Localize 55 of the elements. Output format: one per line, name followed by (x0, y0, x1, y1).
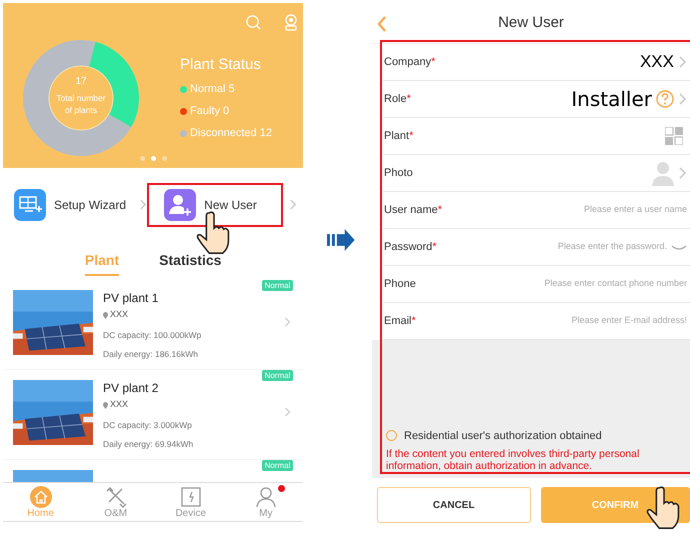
field-value: XXX (640, 52, 674, 72)
cancel-button[interactable]: CANCEL (377, 487, 530, 523)
plant-location: XXX (110, 398, 128, 412)
plant-capacity: DC capacity: 100.000kWp (103, 329, 202, 342)
plant-name: PV plant 2 (103, 380, 160, 396)
field-label: Role* (384, 92, 411, 107)
plant-energy: Daily energy: 69.94kWh (103, 438, 194, 451)
form-row[interactable]: Role* Installer (383, 81, 690, 118)
status-badge: Normal (262, 370, 294, 381)
form-row[interactable]: Password* Please enter the password. (383, 229, 690, 266)
form-row[interactable]: Email* Please enter E-mail address! (383, 303, 690, 340)
plant-capacity: DC capacity: 3.000kWp (103, 419, 193, 432)
field-label: Phone (384, 276, 416, 292)
input-field[interactable]: Please enter E-mail address! (487, 314, 687, 328)
field-label: Photo (384, 166, 413, 181)
field-value: Installer (571, 88, 652, 110)
field-label: Plant* (384, 128, 414, 144)
plant-name: PV plant 1 (103, 290, 160, 306)
warning-text: If the content you entered involves third-party personal information, obtain authorization in advance. (386, 448, 640, 472)
status-badge: Normal (262, 460, 294, 471)
status-badge: Normal (262, 280, 294, 291)
form-row[interactable]: User name* Please enter a user name (383, 192, 690, 229)
nav-label: Home (27, 508, 54, 520)
nav-label: O&M (104, 508, 128, 520)
field-label: Password* (384, 240, 437, 255)
form-row[interactable]: Photo (383, 155, 690, 192)
legend-title: Plant Status (180, 56, 262, 74)
nav-label: My (259, 508, 272, 520)
field-label: Company* (384, 54, 436, 70)
legend-label: Normal 5 (190, 82, 235, 97)
shortcut-item[interactable]: New User (153, 183, 304, 227)
input-field[interactable]: Please enter the password. (467, 240, 667, 254)
plant-location: XXX (110, 308, 128, 322)
form-row[interactable]: Company* XXX (383, 44, 690, 81)
field-label: User name* (384, 202, 442, 218)
screen-title: New User (498, 13, 564, 34)
input-field[interactable]: Please enter a user name (487, 203, 687, 217)
total-count: 17 (74, 75, 88, 88)
plant-card[interactable]: PV plant 2 XXX DC capacity: 3.000kWp Daily energy: 69.94kWh Normal (3, 370, 304, 460)
shortcut-item[interactable]: Setup Wizard (3, 183, 154, 227)
form-row[interactable]: Phone Please enter contact phone number (383, 266, 690, 303)
checkbox-row[interactable]: Residential user's authorization obtained (386, 428, 690, 444)
tab[interactable]: Statistics (159, 250, 222, 276)
input-field[interactable]: Please enter contact phone number (487, 277, 687, 291)
legend-label: Faulty 0 (190, 104, 230, 119)
shortcut-label: Setup Wizard (54, 197, 126, 214)
total-label: Total number of plants (55, 92, 107, 116)
nav-label: Device (175, 508, 206, 520)
plant-card[interactable]: PV plant 1 XXX DC capacity: 100.000kWp Daily energy: 186.16kWh Normal (3, 280, 304, 370)
form-row[interactable]: Plant* (383, 118, 690, 155)
field-label: Email* (384, 314, 416, 329)
plant-energy: Daily energy: 186.16kWh (103, 348, 199, 361)
radio-label: Residential user's authorization obtained (404, 428, 602, 444)
legend-label: Disconnected 12 (190, 126, 272, 141)
shortcut-label: New User (204, 197, 257, 214)
